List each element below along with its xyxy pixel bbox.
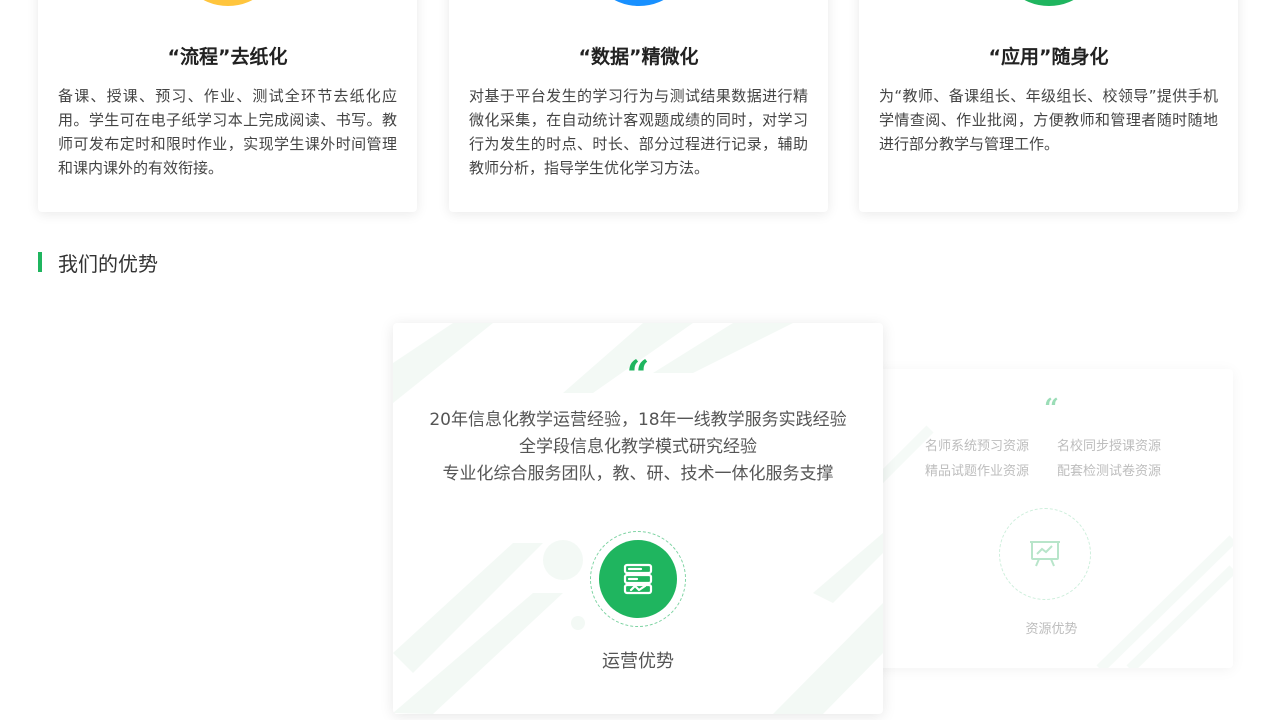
feature-title: “数据”精微化 [578, 46, 699, 68]
resource-list: 名师系统预习资源 名校同步授课资源 精品试题作业资源 配套检测试卷资源 [925, 435, 1175, 479]
advantage-label: 资源优势 [1025, 622, 1078, 637]
feature-card-data: “数据”精微化 对基于平台发生的学习行为与测试结果数据进行精微化采集，在自动统计… [449, 0, 828, 212]
quote-icon: “ [626, 352, 650, 399]
resource-item: 精品试题作业资源 [925, 464, 1030, 479]
section-accent-bar [38, 252, 42, 272]
section-heading: 我们的优势 [38, 250, 158, 276]
advantage-line: 全学段信息化教学模式研究经验 [519, 437, 757, 457]
advantage-label: 运营优势 [602, 651, 674, 672]
quote-icon: “ [1044, 394, 1059, 424]
operation-icon-ring [590, 531, 686, 627]
feature-circle-icon [995, 0, 1102, 6]
section-title: 我们的优势 [58, 251, 158, 276]
feature-card-paperless: “流程”去纸化 备课、授课、预习、作业、测试全环节去纸化应用。学生可在电子纸学习… [38, 0, 417, 212]
resource-item: 配套检测试卷资源 [1057, 464, 1162, 479]
feature-title: “流程”去纸化 [167, 46, 288, 68]
operation-icon [599, 540, 677, 618]
feature-circle-icon [174, 0, 281, 6]
advantage-line: 专业化综合服务团队，教、研、技术一体化服务支撑 [442, 464, 834, 484]
feature-circle-icon [585, 0, 692, 6]
feature-description: 为“教师、备课组长、年级组长、校领导”提供手机学情查阅、作业批阅，方便教师和管理… [879, 87, 1218, 153]
feature-title: “应用”随身化 [988, 46, 1109, 68]
advantage-text: 20年信息化教学运营经验，18年一线教学服务实践经验 全学段信息化教学模式研究经… [393, 407, 883, 488]
advantage-line: 20年信息化教学运营经验，18年一线教学服务实践经验 [429, 410, 847, 430]
feature-description: 备课、授课、预习、作业、测试全环节去纸化应用。学生可在电子纸学习本上完成阅读、书… [58, 87, 397, 177]
resource-item: 名师系统预习资源 [925, 439, 1030, 454]
resource-item: 名校同步授课资源 [1057, 439, 1162, 454]
feature-description: 对基于平台发生的学习行为与测试结果数据进行精微化采集，在自动统计客观题成绩的同时… [469, 87, 808, 177]
advantage-slide-resource[interactable]: “ 名师系统预习资源 名校同步授课资源 精品试题作业资源 配套检测试卷资源 资源… [870, 369, 1233, 668]
feature-card-mobile: “应用”随身化 为“教师、备课组长、年级组长、校领导”提供手机学情查阅、作业批阅… [859, 0, 1238, 212]
advantage-slide-operation[interactable]: “ 20年信息化教学运营经验，18年一线教学服务实践经验 全学段信息化教学模式研… [393, 323, 883, 714]
resource-board-icon [999, 508, 1091, 600]
